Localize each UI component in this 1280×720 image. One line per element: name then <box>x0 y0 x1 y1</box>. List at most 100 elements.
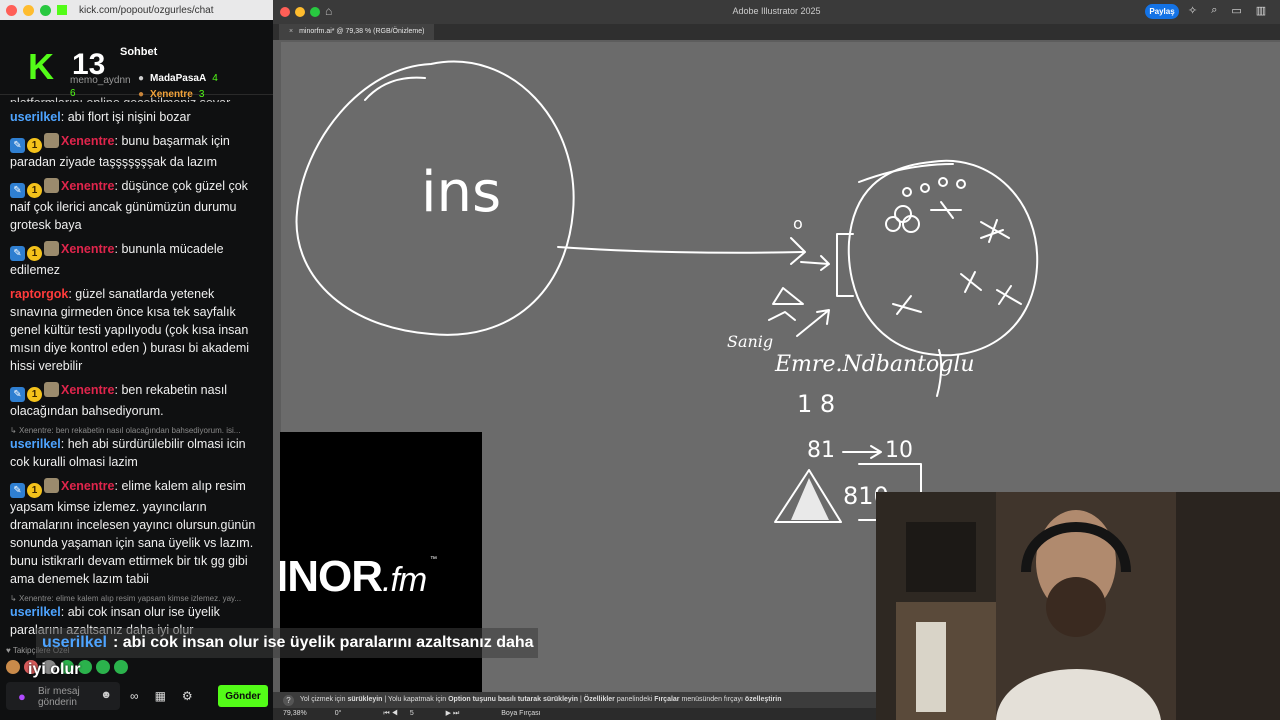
dot-stroke <box>956 179 966 189</box>
chat-tools: ∞ ▦ ⚙ <box>130 689 193 703</box>
minor-fm-logo: INOR.fm <box>280 552 427 602</box>
drawn-text-18: 1 8 <box>797 390 836 418</box>
drawn-text-sanig: Sanig <box>727 332 774 351</box>
message-username[interactable]: userilkel <box>10 605 61 619</box>
status-text: panelindeki <box>616 696 653 703</box>
info-icon: ? <box>283 695 294 706</box>
share-button[interactable]: Paylaş <box>1145 4 1179 19</box>
cluster-stroke <box>885 216 901 232</box>
chat-message: raptorgok: güzel sanatlarda yetenek sına… <box>10 287 250 373</box>
rotation-field[interactable]: 0° <box>335 708 342 720</box>
dot-stroke <box>902 187 912 197</box>
chat-message: ✎ 1 Xenentre: düşünce çok güzel çok naif ç… <box>10 178 248 232</box>
emote-icon[interactable] <box>96 660 110 674</box>
message-username[interactable]: Xenentre <box>61 179 115 193</box>
store-icon[interactable]: ▦ <box>155 689 166 703</box>
chat-message: ✎ 1 Xenentre: elime kalem alıp resim yapsa… <box>10 478 256 586</box>
moderator-badge-icon: ✎ <box>10 138 25 153</box>
reply-preview[interactable]: ↳ Xenentre: ben rekabetin nasıl olacağın… <box>10 426 263 435</box>
chat-message: ✎ 1 Xenentre: bunu başarmak için paradan z… <box>10 133 230 169</box>
subscriber-badge-icon: 1 <box>27 387 42 402</box>
workspace-icon[interactable]: ▭ <box>1231 4 1241 17</box>
chat-message: ✎ 1 Xenentre: bununla mücadele edilemez <box>10 241 224 277</box>
star-stroke <box>980 219 1010 243</box>
status-text-bold: sürükleyin <box>347 696 383 703</box>
star-stroke <box>930 201 962 219</box>
message-text: bununla mücadele edilemez <box>10 242 224 277</box>
chat-message-list[interactable]: platformlarını online geçebilmeniz sevar… <box>0 94 273 640</box>
star-stroke <box>960 271 982 293</box>
close-tab-icon[interactable]: × <box>289 28 293 35</box>
emote-icon[interactable] <box>6 660 20 674</box>
status-text-bold: özelleştirin <box>744 696 782 703</box>
magic-icon[interactable]: ✧ <box>1188 4 1197 17</box>
message-username[interactable]: Xenentre <box>61 242 115 256</box>
gifter-name: MadaPasaA <box>150 73 207 84</box>
send-button[interactable]: Gönder <box>218 685 268 707</box>
circle-tail-stroke <box>364 76 426 101</box>
custom-badge-icon <box>44 382 59 397</box>
chat-message: userilkel: abi flort işi nişini bozar <box>10 110 191 124</box>
message-username[interactable]: userilkel <box>10 437 61 451</box>
message-text: bunu başarmak için paradan ziyade taşşşş… <box>10 134 230 169</box>
emote-icon[interactable] <box>114 660 128 674</box>
custom-badge-icon <box>44 178 59 193</box>
close-window-button[interactable] <box>6 4 17 16</box>
small-arrow-stroke <box>800 255 830 271</box>
chat-header: K 13 Sohbet memo_aydnn 6 ● MadaPasaA 4 ●… <box>0 20 273 100</box>
dot-stroke <box>938 177 948 187</box>
status-text-bold: Özellikler <box>583 696 615 703</box>
moderator-badge-icon: ✎ <box>10 183 25 198</box>
arrow-head-stroke <box>790 237 806 265</box>
artboard-prev-icon[interactable]: ⏮ ◀ <box>383 708 398 720</box>
message-text: ben rekabetin nasıl olacağından bahsediy… <box>10 383 228 418</box>
tab-document[interactable]: × minorfm.ai* @ 79,38 % (RGB/Önizleme) <box>279 24 435 40</box>
top-gifter-1: ● MadaPasaA 4 <box>138 73 218 84</box>
message-username[interactable]: Xenentre <box>61 383 115 397</box>
message-username[interactable]: userilkel <box>10 110 61 124</box>
zoom-window-button[interactable] <box>40 4 51 16</box>
bracket-stroke <box>836 233 854 297</box>
gifter-name-hidden: memo_aydnn <box>70 75 131 86</box>
search-icon[interactable]: ⌕ <box>1211 4 1217 17</box>
chat-title: Sohbet <box>120 46 158 58</box>
status-text: Yol çizmek için <box>299 696 346 703</box>
webcam-scene <box>876 492 1280 720</box>
message-text: elime kalem alıp resim yapsam kimse izle… <box>10 479 256 586</box>
message-username[interactable]: raptorgok <box>10 287 68 301</box>
panels-icon[interactable]: ▥ <box>1256 4 1266 17</box>
browser-url-bar: kick.com/popout/ozgurles/chat <box>0 0 273 20</box>
trademark-mark: ™ <box>430 556 437 563</box>
chat-caption-overlay: userilkel: abi cok insan olur ise üyelik… <box>36 628 538 658</box>
url-text[interactable]: kick.com/popout/ozgurles/chat <box>79 5 214 16</box>
caption-username: userilkel <box>42 634 107 651</box>
logo-suffix: .fm <box>382 561 427 599</box>
kick-favicon-icon <box>57 5 67 15</box>
chat-popout-window: kick.com/popout/ozgurles/chat K 13 Sohbe… <box>0 0 273 720</box>
arrow-line-stroke <box>557 246 804 254</box>
emoji-icon[interactable]: ☻ <box>100 689 112 701</box>
gifter-badge-icon: ● <box>138 73 145 84</box>
gear-icon[interactable]: ⚙ <box>182 689 193 703</box>
drawn-text-zero: o <box>793 214 803 233</box>
subscriber-badge-icon: 1 <box>27 138 42 153</box>
input-placeholder: Bir mesaj gönderin <box>38 686 80 708</box>
message-username[interactable]: Xenentre <box>61 479 115 493</box>
zoom-field[interactable]: 79,38% <box>283 708 307 720</box>
artboard-next-icon[interactable]: ▶ ⏭ <box>446 708 460 720</box>
custom-badge-icon <box>44 133 59 148</box>
minimize-window-button[interactable] <box>23 4 34 16</box>
subscriber-badge-icon: 1 <box>27 183 42 198</box>
kick-logo-icon: K <box>28 46 54 87</box>
tab-label: minorfm.ai* @ 79,38 % (RGB/Önizleme) <box>299 28 425 35</box>
reply-preview[interactable]: ↳ Xenentre: elime kalem alıp resim yapsa… <box>10 594 263 603</box>
infinity-icon[interactable]: ∞ <box>130 689 139 703</box>
message-username[interactable]: Xenentre <box>61 134 115 148</box>
flag-stroke <box>768 287 804 321</box>
moderator-badge-icon: ✎ <box>10 246 25 261</box>
microphone-icon[interactable]: ● <box>18 689 26 704</box>
app-title: Adobe Illustrator 2025 <box>732 6 821 16</box>
artboard-number-field[interactable]: 5 <box>410 708 414 720</box>
chat-message-input[interactable]: ● Bir mesaj gönderin ☻ <box>6 682 120 710</box>
chat-caption-overlay-line2: iyi olur <box>28 661 81 678</box>
